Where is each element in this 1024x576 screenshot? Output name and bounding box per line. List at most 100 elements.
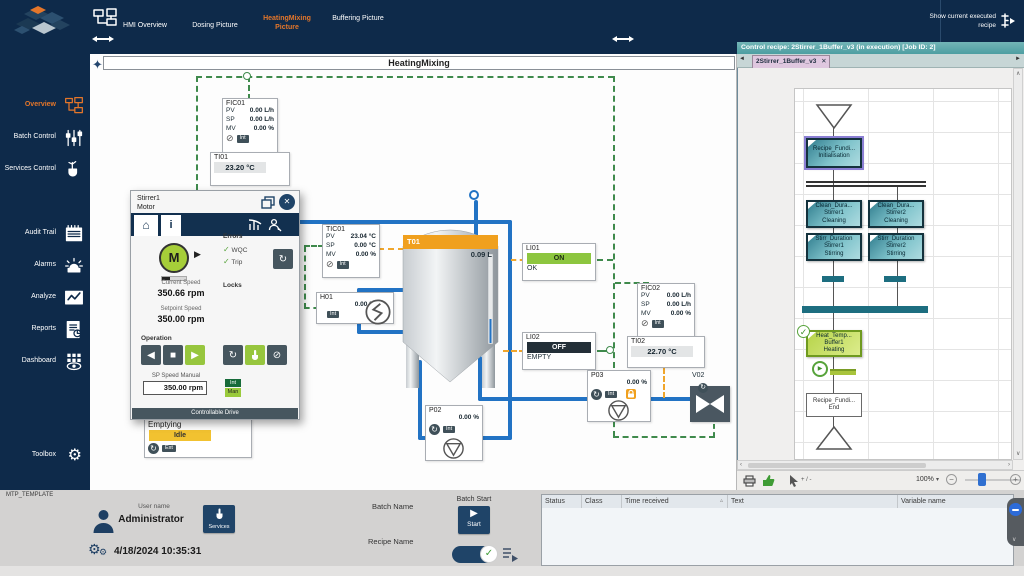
scroll-up-icon[interactable]: ∧ <box>1016 70 1020 78</box>
reverse-button[interactable]: ◀ <box>141 345 161 365</box>
info-tab[interactable]: i <box>161 215 181 236</box>
zoom-out-icon[interactable]: − <box>946 474 957 485</box>
tab-scroll-right-icon[interactable]: ► <box>1015 56 1021 62</box>
error-wqc: ✓ WQC <box>223 245 247 254</box>
instrument-fic01[interactable]: FIC01 PV0.00 L/h SP0.00 L/h MV0.00 % ⊘In… <box>222 98 278 154</box>
recipe-toggle[interactable]: ✓ <box>452 546 496 563</box>
sidebar-item-toolbox[interactable]: Toolbox ⚙ <box>0 444 90 470</box>
user-tab-icon[interactable] <box>268 218 282 232</box>
int-badge: Int <box>225 379 241 387</box>
auto-mode-button[interactable]: ↻ <box>223 345 243 365</box>
faceplate-footer: Controllable Drive <box>132 408 298 419</box>
tab-scroll-left-icon[interactable]: ◄ <box>739 56 745 62</box>
tab-hmi-overview[interactable]: HMI Overview <box>116 21 174 30</box>
hscroll-thumb[interactable] <box>748 463 926 468</box>
recipe-vscrollbar[interactable]: ∧ ∨ <box>1013 68 1023 460</box>
sidebar-item-services-control[interactable]: Services Control <box>0 158 90 184</box>
start-forward-button[interactable]: ▶ <box>185 345 205 365</box>
sidebar-item-audit-trail[interactable]: Audit Trail <box>0 222 90 248</box>
sidebar-item-batch-control[interactable]: Batch Control <box>0 126 90 152</box>
error-trip: ✓ Trip <box>223 257 242 266</box>
instrument-ti02[interactable]: TI02 22.70 °C <box>627 336 705 368</box>
sfc-step-initialisation[interactable]: Recipe_Fundi...Initialisation <box>806 138 862 168</box>
sfc-step-end[interactable]: Recipe_Fundi...End <box>806 393 862 417</box>
stop-button[interactable]: ■ <box>163 345 183 365</box>
sfc-start-node[interactable] <box>815 104 853 130</box>
mode-badge: Int <box>605 391 617 399</box>
recipe-tab[interactable]: 2Stirrer_1Buffer_v3 ✕ <box>752 55 830 68</box>
instrument-p02[interactable]: P02 0.00 % ↻Int <box>425 405 483 461</box>
col-variable-name[interactable]: Variable name <box>898 495 1013 508</box>
pipe <box>478 397 694 401</box>
col-class[interactable]: Class <box>582 495 622 508</box>
popout-icon[interactable] <box>261 196 275 209</box>
zoom-in-icon[interactable]: + <box>1010 474 1021 485</box>
instrument-ti01[interactable]: TI01 23.20 °C <box>210 152 290 186</box>
faceplate-tabbar: ⌂ i <box>131 213 299 236</box>
li02-state: OFF <box>527 342 591 353</box>
sfc-step-buffer1-heating[interactable]: Heat_Temp...Buffer1Heating <box>806 330 862 357</box>
close-icon[interactable]: ✕ <box>279 194 295 210</box>
tab-buffering-picture[interactable]: Buffering Picture <box>328 14 388 23</box>
print-icon[interactable] <box>743 475 756 487</box>
sfc-end-node[interactable] <box>815 425 853 451</box>
man-badge: Man <box>225 388 241 397</box>
setpoint-line <box>378 248 404 250</box>
scroll-left-icon[interactable]: ‹ <box>740 461 742 469</box>
thumb-up-icon[interactable] <box>762 474 775 487</box>
valve-v02[interactable] <box>690 386 730 422</box>
sidebar-item-dashboard[interactable]: Dashboard <box>0 350 90 376</box>
service-panel-emptying[interactable]: Emptying Idle ↻Ext <box>144 418 252 458</box>
pan-left-right-icon-2[interactable] <box>612 35 634 43</box>
pan-left-right-icon[interactable] <box>92 35 114 43</box>
tab-heatingmixing-picture[interactable]: HeatingMixing Picture <box>256 14 318 32</box>
reset-button[interactable]: ↻ <box>273 249 293 269</box>
show-recipe-button[interactable]: Show current executed recipe <box>920 13 996 31</box>
sfc-active-transition[interactable] <box>830 369 856 375</box>
scroll-down-icon[interactable]: ∨ <box>1016 450 1020 458</box>
sfc-step-stirrer2-stirring[interactable]: Stirr_DurationStirrer2Stirring <box>868 233 924 261</box>
recipe-execution-icon[interactable] <box>999 12 1016 29</box>
zoom-slider-handle[interactable] <box>978 473 986 486</box>
home-tab[interactable]: ⌂ <box>134 215 158 236</box>
col-time-received[interactable]: Time received▵ <box>622 495 728 508</box>
sp-manual-input[interactable]: 350.00 rpm <box>143 381 207 395</box>
instrument-li01[interactable]: LI01 ON OK <box>522 243 596 281</box>
sfc-transition[interactable] <box>884 276 906 282</box>
batch-control-icon <box>64 128 84 148</box>
recipe-hscrollbar[interactable]: ‹ › <box>737 460 1013 470</box>
remote-access-tab[interactable]: ∨ <box>1007 498 1024 546</box>
services-button[interactable]: Services <box>203 505 235 533</box>
col-text[interactable]: Text <box>728 495 898 508</box>
setpoint-speed-label: Setpoint Speed <box>149 306 213 312</box>
sidebar-item-alarms[interactable]: Alarms <box>0 254 90 280</box>
instrument-tic01[interactable]: TIC01 PV23.04 °C SP0.00 °C MV0.00 % ⊘Int <box>322 224 380 278</box>
motor-symbol: M <box>159 243 189 273</box>
batch-start-button[interactable]: ▶ Start <box>458 506 490 534</box>
sfc-step-stirrer2-cleaning[interactable]: Clean_Dura...Stirrer2Cleaning <box>868 200 924 228</box>
star-icon[interactable]: ✦ <box>92 57 103 73</box>
instrument-fic02[interactable]: FIC02 PV0.00 L/h SP0.00 L/h MV0.00 % ⊘In… <box>637 283 695 339</box>
scroll-right-icon[interactable]: › <box>1008 461 1010 469</box>
tab-close-icon[interactable]: ✕ <box>821 58 826 65</box>
sidebar-item-overview[interactable]: Overview <box>0 94 90 120</box>
pump-icon <box>442 437 465 460</box>
selection-cursor-icon[interactable] <box>789 475 799 487</box>
instrument-li02[interactable]: LI02 OFF EMPTY <box>522 332 596 370</box>
disable-button[interactable]: ⊘ <box>267 345 287 365</box>
manual-mode-button[interactable] <box>245 345 265 365</box>
zoom-tool-label[interactable]: + / - <box>801 477 812 483</box>
recipe-list-run-icon[interactable] <box>502 547 519 562</box>
col-status[interactable]: Status <box>542 495 582 508</box>
sidebar-item-analyze[interactable]: Analyze <box>0 286 90 312</box>
instrument-p03[interactable]: P03 0.00 % ↻Int <box>587 370 651 422</box>
trend-tab-icon[interactable] <box>248 218 262 232</box>
faceplate-stirrer1: Stirrer1Motor ✕ ⌂ i M ▶ Errors ✓ WQC ✓ T… <box>130 190 300 420</box>
zoom-dropdown-icon[interactable]: ▾ <box>936 476 939 483</box>
sfc-step-stirrer1-cleaning[interactable]: Clean_Dura...Stirrer1Cleaning <box>806 200 862 228</box>
zoom-value[interactable]: 100% <box>916 476 934 483</box>
sidebar-item-reports[interactable]: Reports <box>0 318 90 344</box>
tab-dosing-picture[interactable]: Dosing Picture <box>186 21 244 30</box>
sfc-transition[interactable] <box>822 276 844 282</box>
sfc-step-stirrer1-stirring[interactable]: Stirr_DurationStirrer1Stirring <box>806 233 862 261</box>
